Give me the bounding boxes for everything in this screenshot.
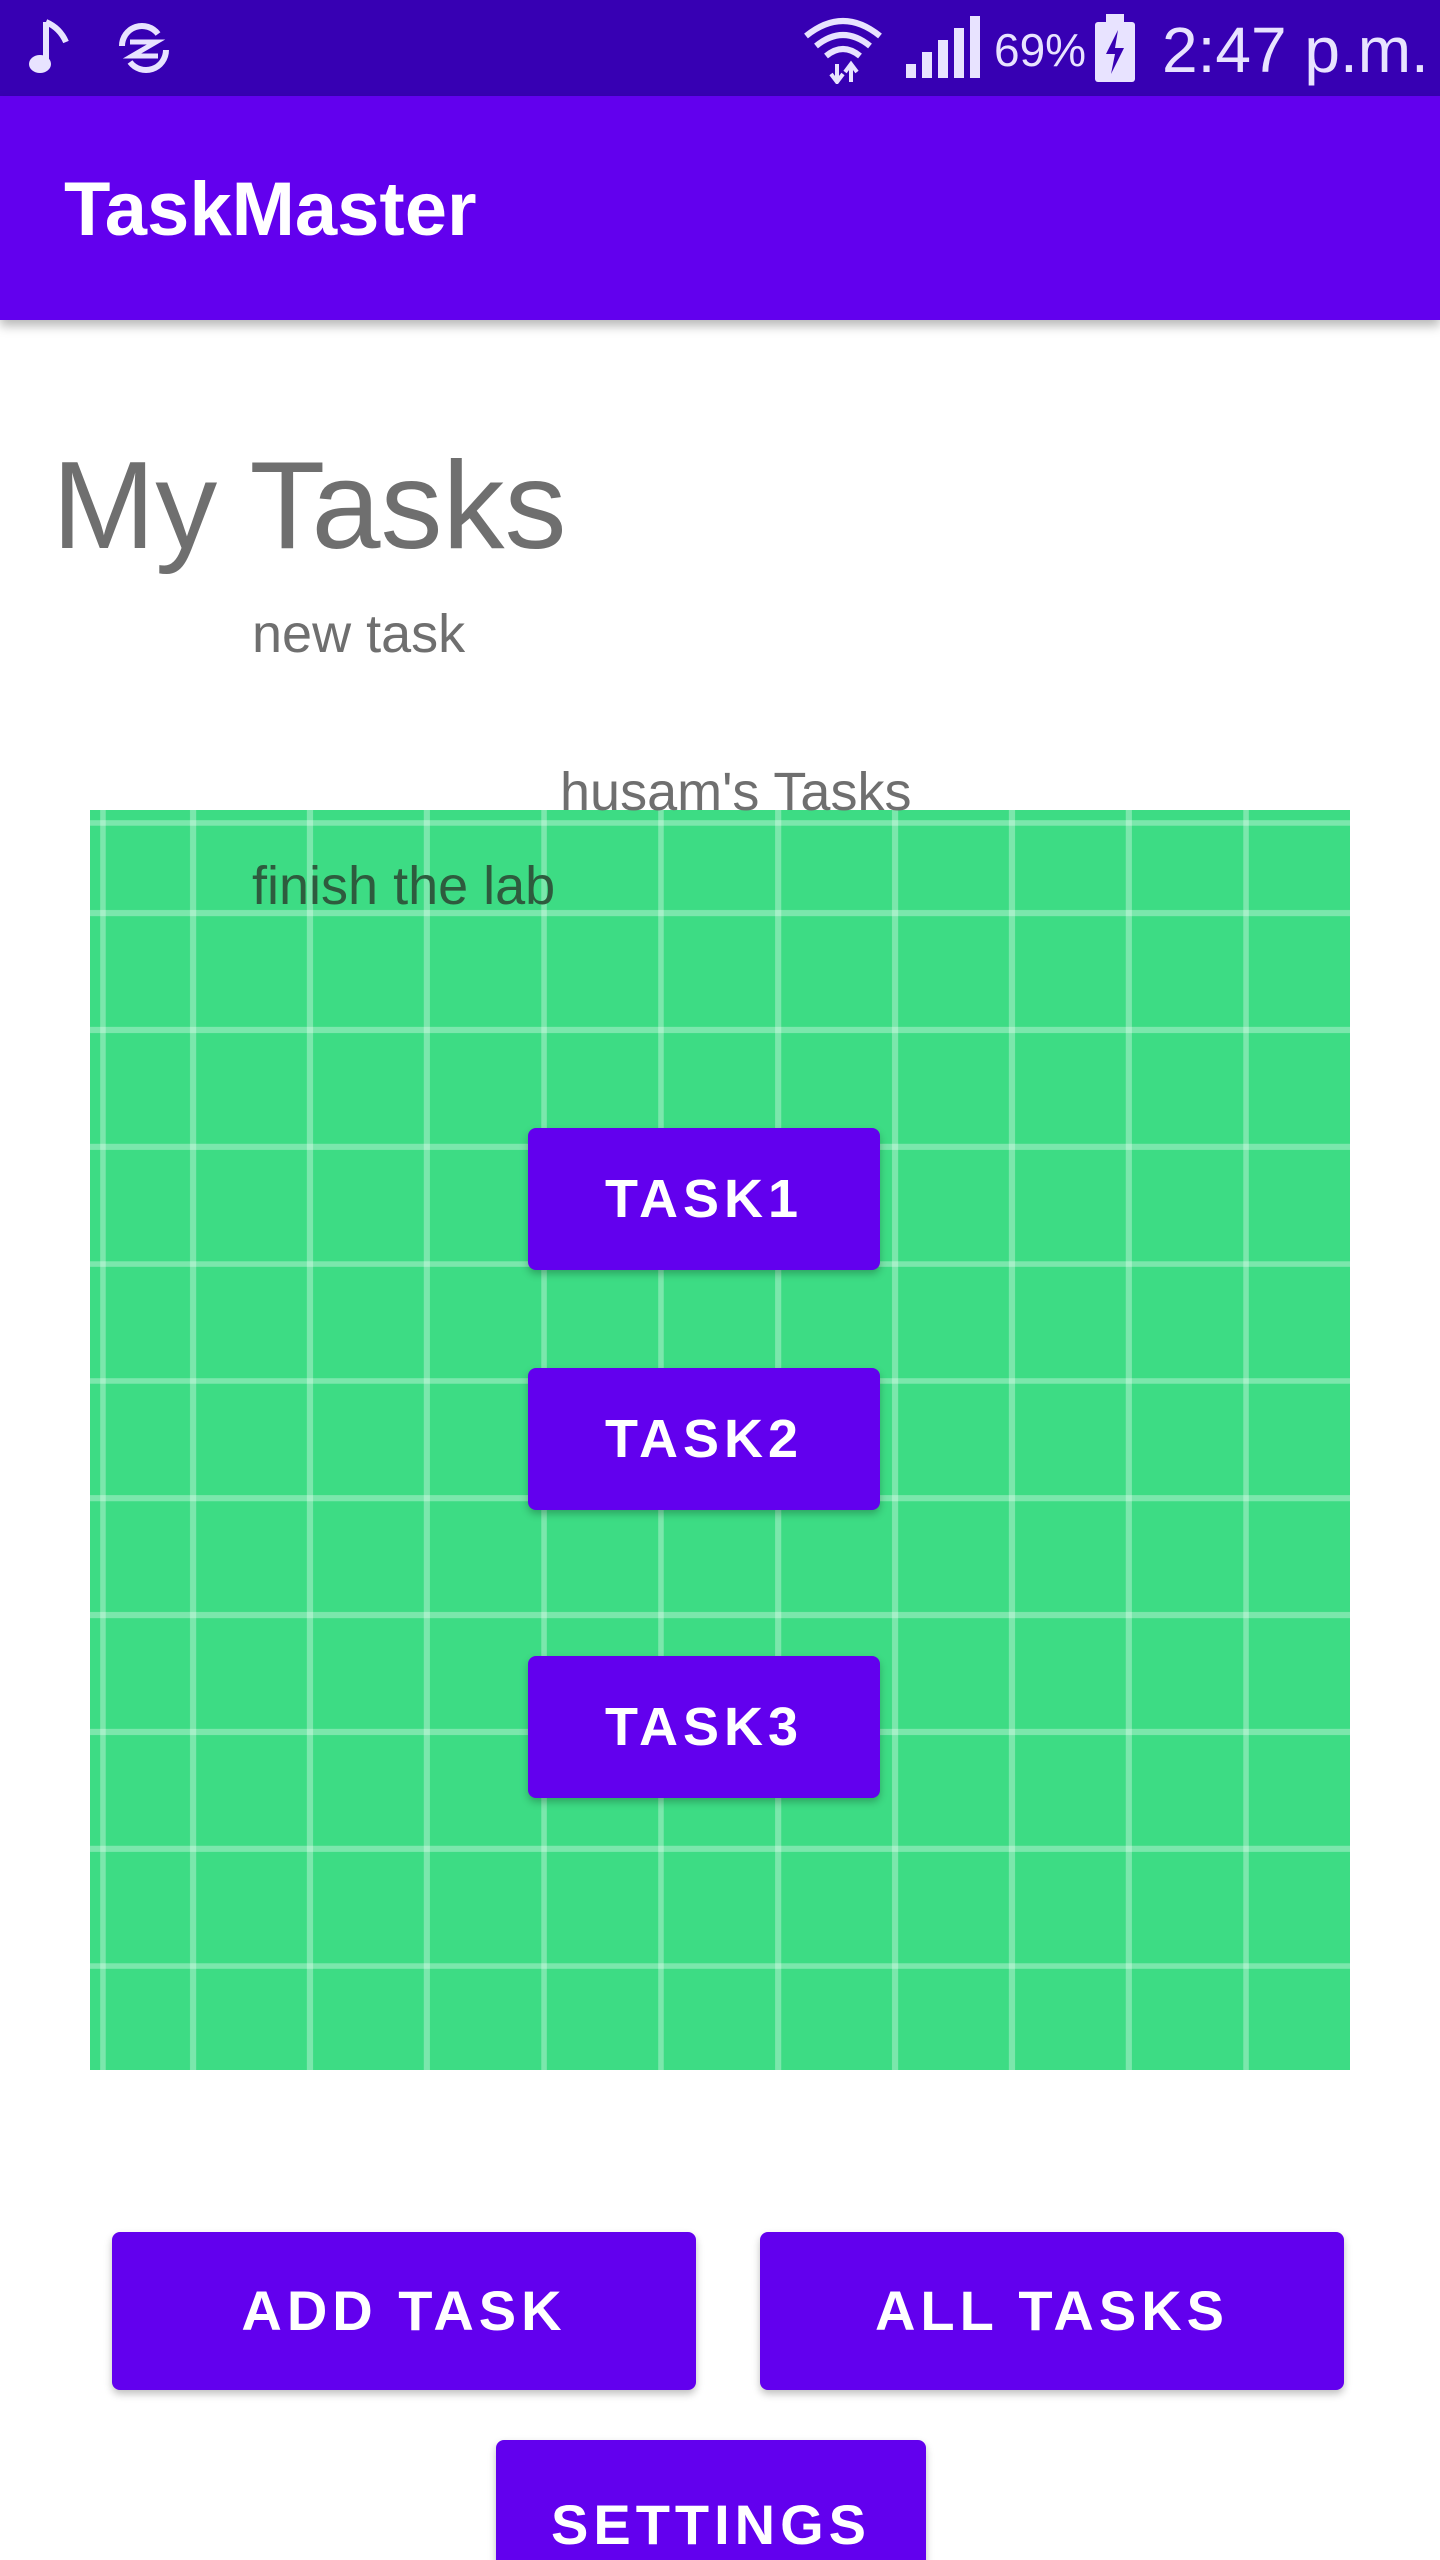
task1-button[interactable]: TASK1 <box>528 1128 880 1270</box>
cell-signal-icon <box>906 16 980 78</box>
app-title: TaskMaster <box>64 167 477 252</box>
clock: 2:47 p.m. <box>1162 14 1429 86</box>
finish-lab-label: finish the lab <box>252 856 556 916</box>
music-note-icon <box>29 19 69 73</box>
sync-icon <box>119 23 169 73</box>
screen: 69% 2:47 p.m. TaskMaster My Tasks new ta… <box>0 0 1440 2560</box>
task2-button[interactable]: TASK2 <box>528 1368 880 1510</box>
page-title: My Tasks <box>52 437 567 575</box>
status-bar: 69% 2:47 p.m. <box>0 0 1440 96</box>
task3-button[interactable]: TASK3 <box>528 1656 880 1798</box>
battery-percent: 69% <box>994 24 1087 76</box>
add-task-button[interactable]: ADD TASK <box>112 2232 696 2390</box>
all-tasks-button[interactable]: ALL TASKS <box>760 2232 1344 2390</box>
wifi-icon <box>804 18 882 84</box>
user-tasks-label: husam's Tasks <box>560 762 912 822</box>
battery-charging-icon <box>1095 14 1135 82</box>
new-task-label: new task <box>252 604 466 664</box>
app-bar: TaskMaster <box>0 96 1440 320</box>
settings-button[interactable]: SETTINGS <box>496 2440 926 2560</box>
